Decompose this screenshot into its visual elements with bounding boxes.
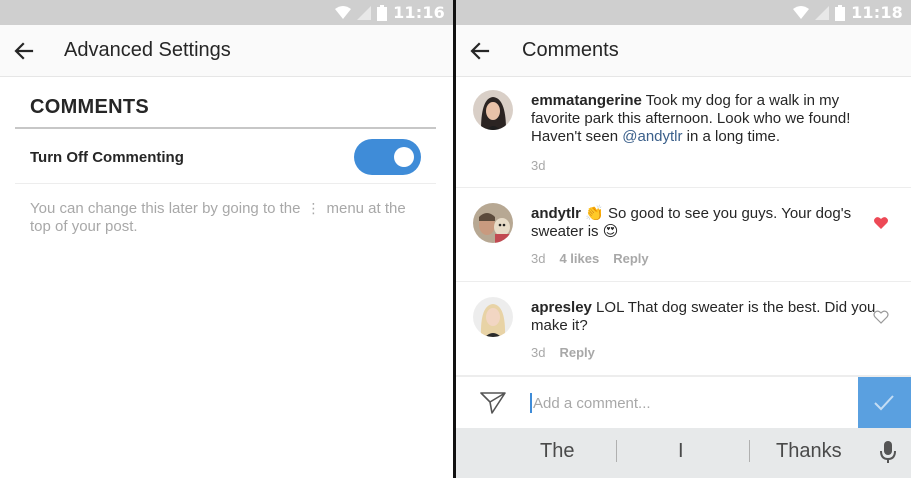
toggle-knob xyxy=(394,147,414,167)
keyboard-suggestion-bar: The I Thanks xyxy=(456,428,911,478)
status-time: 11:16 xyxy=(393,3,445,22)
comment-time: 3d xyxy=(531,345,546,360)
turn-off-commenting-row: Turn Off Commenting xyxy=(15,130,436,184)
avatar[interactable] xyxy=(473,203,513,243)
cell-signal-icon xyxy=(815,5,830,20)
comment-username[interactable]: apresley xyxy=(531,299,592,316)
battery-icon xyxy=(377,4,388,21)
help-text-before: You can change this later by going to th… xyxy=(30,200,301,217)
arrow-left-icon[interactable] xyxy=(468,39,492,63)
suggestion-item[interactable]: Thanks xyxy=(776,440,842,463)
comment-item: emmatangerine Took my dog for a walk in … xyxy=(456,78,911,188)
help-text: You can change this later by going to th… xyxy=(30,199,430,236)
suggestion-item[interactable]: I xyxy=(678,440,684,463)
comment-item: apresley LOL That dog sweater is the bes… xyxy=(456,282,911,376)
comment-mention[interactable]: @andytlr xyxy=(622,128,682,145)
status-bar: 11:18 xyxy=(456,0,911,25)
page-title: Comments xyxy=(522,39,619,61)
comment-text: emmatangerine Took my dog for a walk in … xyxy=(531,92,876,146)
avatar[interactable] xyxy=(473,90,513,130)
cell-signal-icon xyxy=(357,5,372,20)
comment-username[interactable]: andytlr xyxy=(531,205,581,222)
section-header: COMMENTS xyxy=(30,96,150,118)
app-bar: Advanced Settings xyxy=(0,25,453,77)
comment-meta: 3d 4 likes Reply xyxy=(531,251,649,266)
microphone-icon[interactable] xyxy=(879,440,897,464)
heart-filled-icon[interactable] xyxy=(873,215,889,231)
suggestion-item[interactable]: The xyxy=(540,440,574,463)
comment-meta: 3d xyxy=(531,158,545,173)
post-comment-button[interactable] xyxy=(858,377,911,429)
page-title: Advanced Settings xyxy=(64,39,231,61)
comment-username[interactable]: emmatangerine xyxy=(531,92,642,109)
status-bar: 11:16 xyxy=(0,0,453,25)
suggestion-divider xyxy=(749,440,750,462)
comment-text: andytlr 👏 So good to see you guys. Your … xyxy=(531,205,876,241)
comment-text: apresley LOL That dog sweater is the bes… xyxy=(531,299,876,335)
app-bar: Comments xyxy=(456,25,911,77)
comments-screen: 11:18 Comments emmatangerine Took my dog… xyxy=(456,0,911,478)
comment-composer xyxy=(456,376,911,429)
arrow-left-icon[interactable] xyxy=(12,39,36,63)
direct-send-icon[interactable] xyxy=(480,391,506,415)
setting-label: Turn Off Commenting xyxy=(30,149,184,166)
heart-outline-icon[interactable] xyxy=(873,309,889,325)
wifi-icon xyxy=(335,6,352,19)
comment-meta: 3d Reply xyxy=(531,345,595,360)
comment-time: 3d xyxy=(531,158,546,173)
wifi-icon xyxy=(793,6,810,19)
status-time: 11:18 xyxy=(851,3,903,22)
checkmark-icon xyxy=(874,395,894,411)
section-divider xyxy=(15,127,436,129)
more-vertical-icon: ⋮ xyxy=(306,200,321,216)
turn-off-commenting-toggle[interactable] xyxy=(354,139,421,175)
advanced-settings-screen: 11:16 Advanced Settings COMMENTS Turn Of… xyxy=(0,0,453,478)
comment-input[interactable] xyxy=(530,393,840,413)
suggestion-divider xyxy=(616,440,617,462)
avatar[interactable] xyxy=(473,297,513,337)
comment-item: andytlr 👏 So good to see you guys. Your … xyxy=(456,188,911,282)
comment-time: 3d xyxy=(531,251,546,266)
reply-button[interactable]: Reply xyxy=(613,251,648,266)
reply-button[interactable]: Reply xyxy=(559,345,594,360)
battery-icon xyxy=(835,4,846,21)
comment-likes-link[interactable]: 4 likes xyxy=(559,251,599,266)
comment-text-after: in a long time. xyxy=(682,128,781,145)
